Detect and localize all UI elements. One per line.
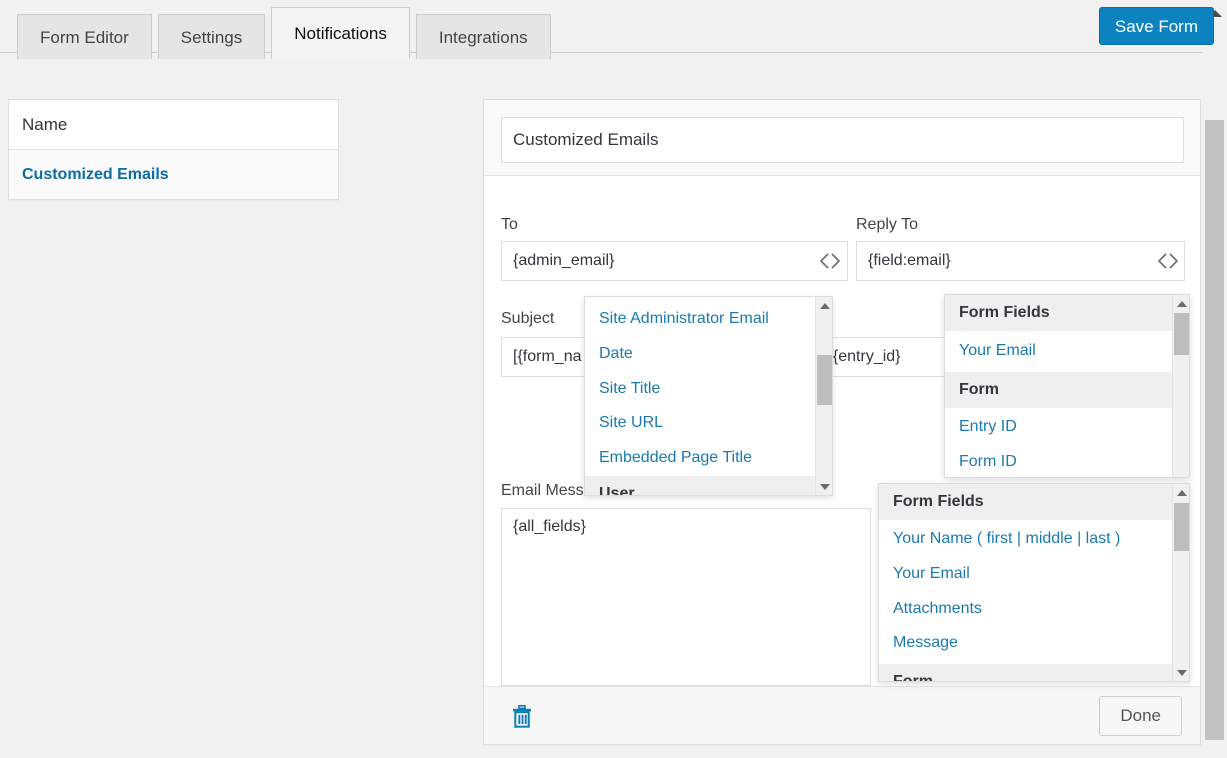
dropdown-item[interactable]: Entry ID <box>945 407 1172 445</box>
save-form-label: Save Form <box>1114 16 1198 36</box>
delete-notification-button[interactable] <box>502 696 542 736</box>
reply-to-merge-tag-icon[interactable] <box>1153 242 1183 280</box>
list-item[interactable]: Customized Emails <box>9 150 338 199</box>
scroll-up-icon[interactable] <box>1173 484 1189 501</box>
dropdown-group-header: Form Fields <box>879 484 1172 520</box>
notification-footer: Done <box>484 686 1200 744</box>
subject-label: Subject <box>501 310 555 327</box>
dropdown-group-header: Form <box>945 371 1172 408</box>
scroll-up-icon[interactable] <box>1173 295 1189 312</box>
subject-value-continuation: #{entry_id} <box>824 348 901 365</box>
dropdown-group-header: Form Fields <box>945 295 1172 331</box>
dropdown-item[interactable]: Your Email <box>879 556 1172 592</box>
notifications-list-panel: Name Customized Emails <box>8 99 339 200</box>
active-tab-rule-mask <box>272 51 409 53</box>
dropdown-item[interactable]: Your Email <box>945 331 1172 372</box>
dropdown-scrollport: Site Administrator Email Date Site Title… <box>585 297 815 495</box>
dropdown-scrollbar[interactable] <box>1172 484 1189 681</box>
scroll-down-icon[interactable] <box>816 478 832 495</box>
dropdown-item[interactable]: Embedded Page Title <box>585 441 815 476</box>
trash-icon <box>513 704 531 728</box>
column-header-name: Name <box>22 114 68 134</box>
scroll-up-icon[interactable] <box>816 297 832 314</box>
dropdown-item[interactable]: Form ID <box>945 444 1172 477</box>
email-message-merge-tag-dropdown[interactable]: Form Fields Your Name ( first | middle |… <box>878 483 1190 682</box>
reply-to-input[interactable] <box>856 241 1185 281</box>
subject-merge-tag-dropdown[interactable]: Site Administrator Email Date Site Title… <box>584 296 833 496</box>
scroll-down-icon[interactable] <box>1173 664 1189 681</box>
tab-settings[interactable]: Settings <box>157 14 266 59</box>
email-message-textarea[interactable]: {all_fields} <box>501 508 871 686</box>
dropdown-group-header: User <box>585 475 815 495</box>
notifications-list-header: Name <box>9 100 338 150</box>
reply-to-merge-tag-dropdown[interactable]: Form Fields Your Email Form Entry ID For… <box>944 294 1190 478</box>
dropdown-item[interactable]: Site URL <box>585 406 815 442</box>
notification-title-zone <box>484 100 1200 176</box>
dropdown-scrollport: Form Fields Your Email Form Entry ID For… <box>945 295 1172 477</box>
page-scrollbar[interactable] <box>1202 0 1227 758</box>
tab-form-editor[interactable]: Form Editor <box>17 14 152 59</box>
dropdown-item[interactable]: Your Name ( first | middle | last ) <box>879 520 1172 557</box>
tab-integrations[interactable]: Integrations <box>415 14 551 59</box>
to-merge-tag-icon[interactable] <box>815 242 845 280</box>
email-message-label: Email Mess <box>501 482 584 499</box>
notification-name-input[interactable] <box>501 117 1184 163</box>
done-label: Done <box>1120 706 1161 725</box>
dropdown-item[interactable]: Date <box>585 336 815 372</box>
to-input[interactable] <box>501 241 848 281</box>
scrollbar-thumb[interactable] <box>1174 313 1189 355</box>
scrollbar-thumb[interactable] <box>1174 503 1189 551</box>
dropdown-item[interactable]: Attachments <box>879 591 1172 627</box>
notification-name-link[interactable]: Customized Emails <box>22 166 169 184</box>
tab-label: Integrations <box>438 27 528 47</box>
scrollbar-thumb[interactable] <box>817 355 832 405</box>
tab-label: Settings <box>180 27 243 47</box>
dropdown-scrollport: Form Fields Your Name ( first | middle |… <box>879 484 1172 681</box>
page-scrollbar-thumb[interactable] <box>1205 120 1224 740</box>
done-button[interactable]: Done <box>1099 696 1182 736</box>
dropdown-group-header: Form <box>879 664 1172 681</box>
to-label: To <box>501 216 518 233</box>
dropdown-scrollbar[interactable] <box>815 297 832 495</box>
reply-to-label: Reply To <box>856 216 918 233</box>
dropdown-item[interactable]: Message <box>879 626 1172 665</box>
dropdown-item[interactable]: Site Title <box>585 371 815 407</box>
dropdown-scrollbar[interactable] <box>1172 295 1189 477</box>
dropdown-item[interactable]: Site Administrator Email <box>585 302 815 337</box>
tab-label: Notifications <box>294 24 387 43</box>
save-form-button[interactable]: Save Form <box>1098 7 1214 45</box>
tab-label: Form Editor <box>40 27 129 47</box>
tab-bar: Form Editor Settings Notifications Integ… <box>0 0 1227 60</box>
